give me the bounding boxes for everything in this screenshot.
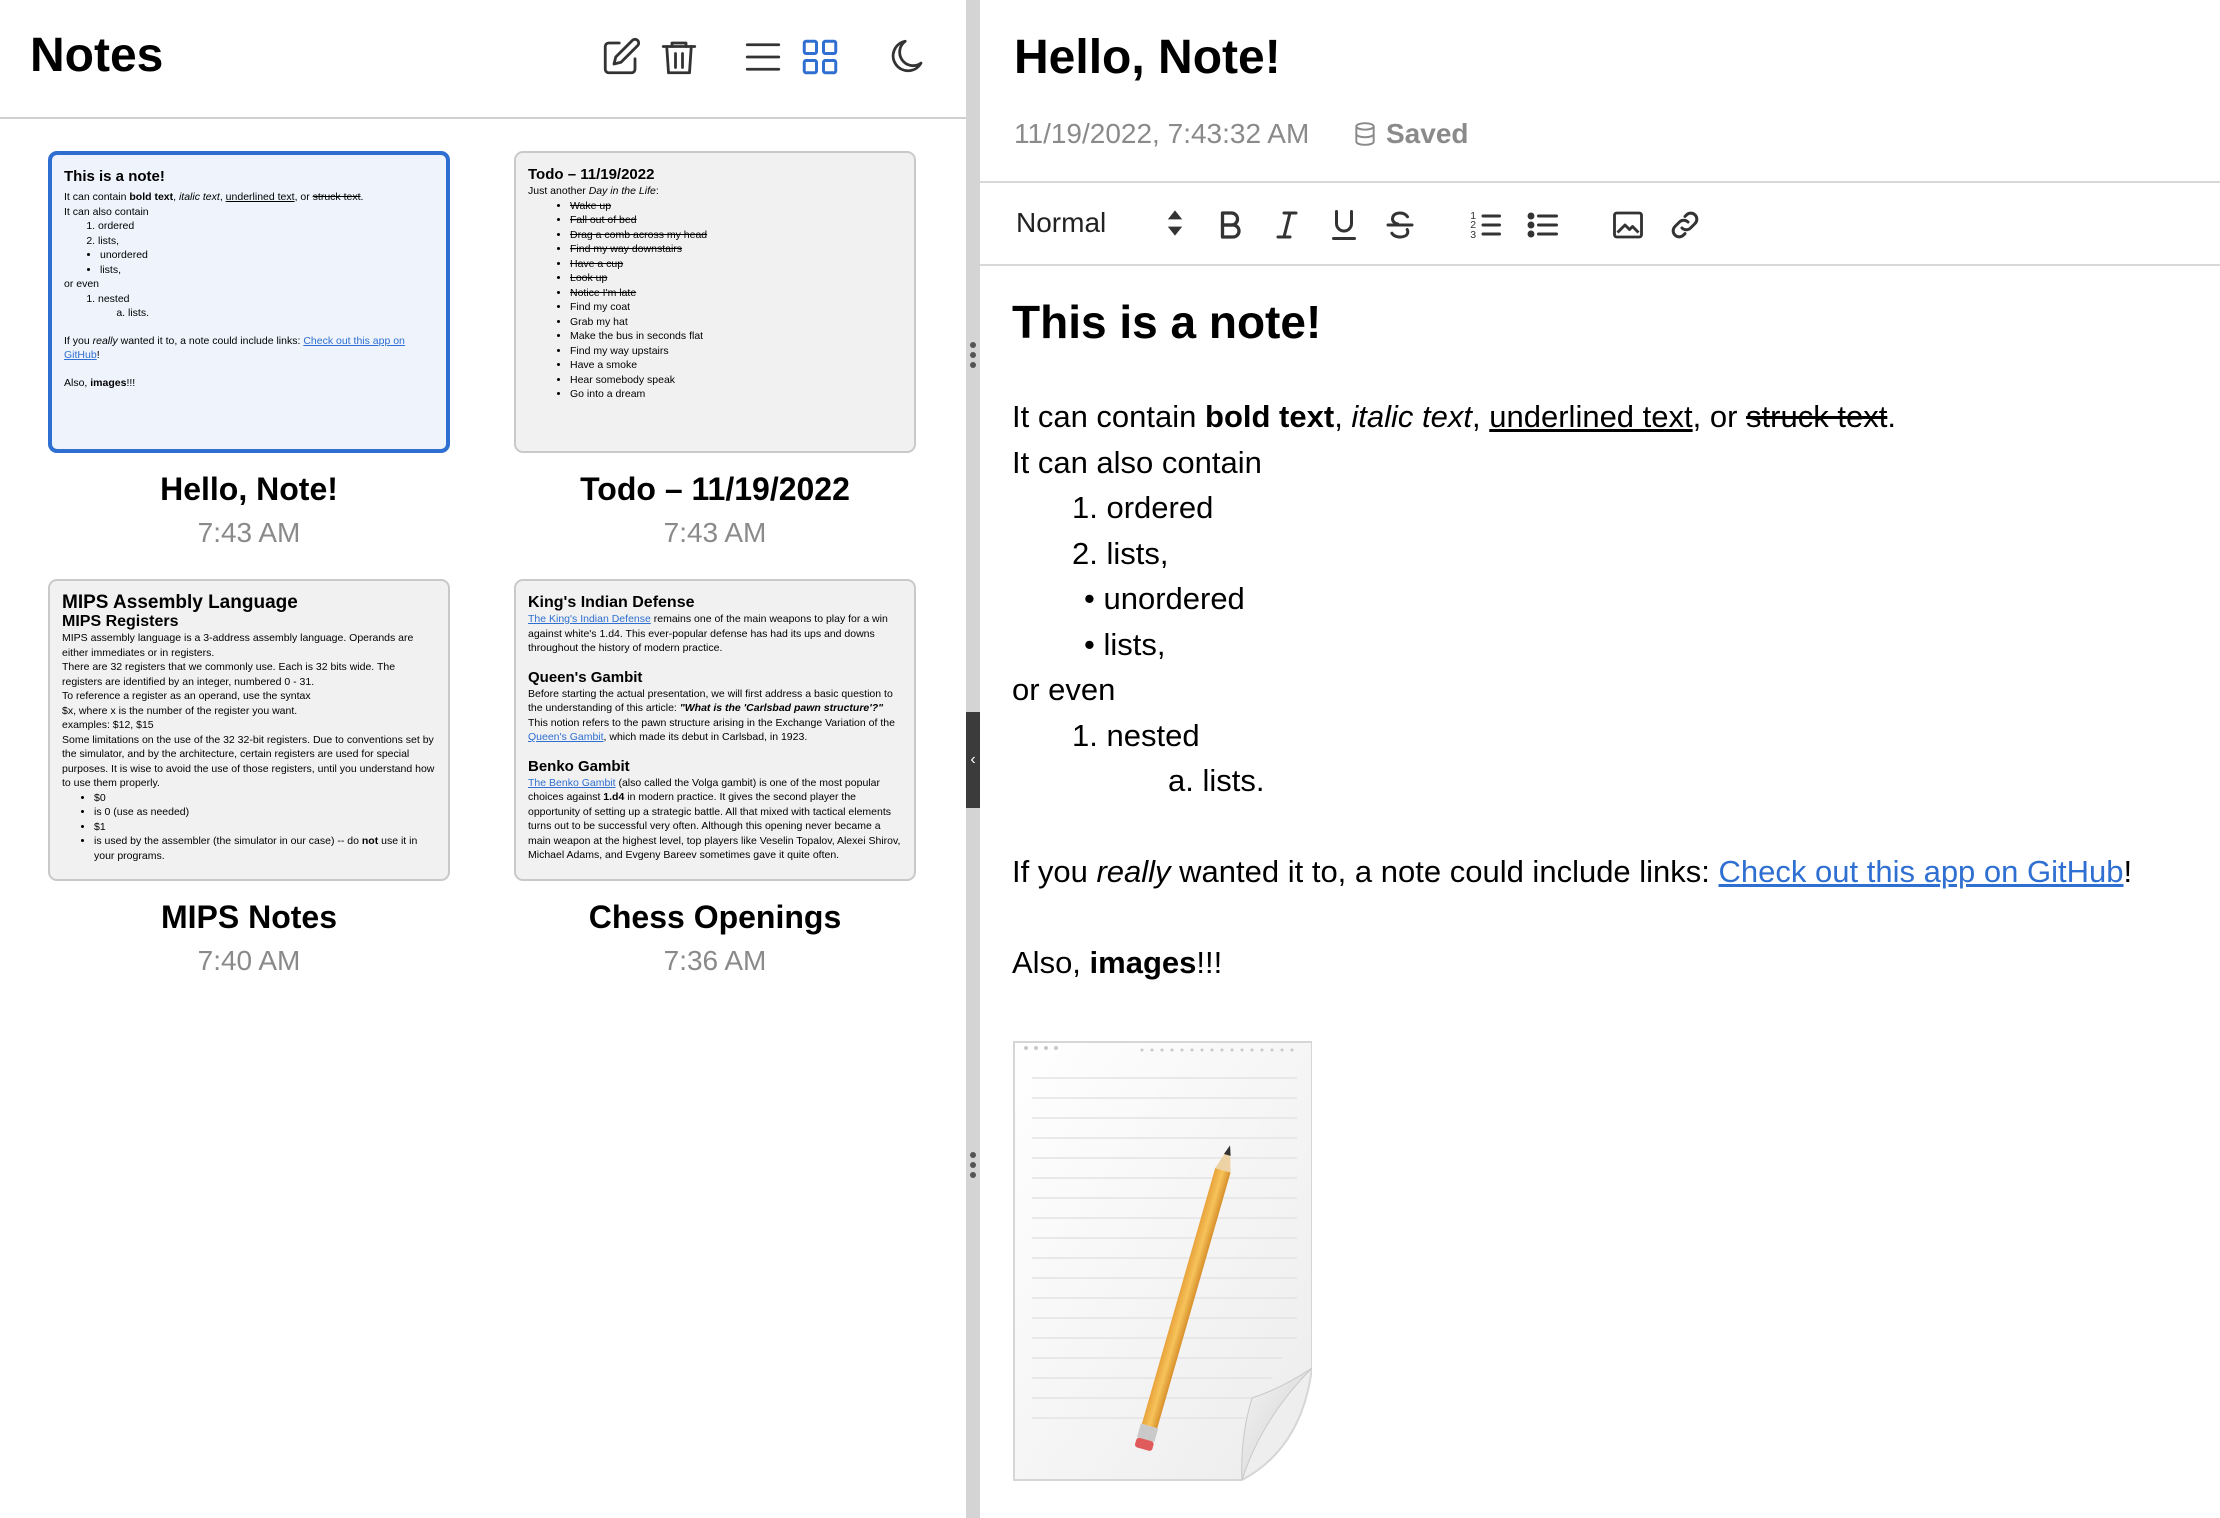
preview-heading: Queen's Gambit	[528, 668, 643, 686]
trash-icon[interactable]	[656, 34, 702, 80]
note-editor: Hello, Note! 11/19/2022, 7:43:32 AM Save…	[980, 0, 2220, 1518]
note-card-title: Chess Openings	[588, 899, 842, 935]
preview-ordered-list: ordered lists,	[64, 219, 434, 248]
sidebar-header: Notes	[0, 0, 966, 119]
note-title[interactable]: Hello, Note!	[1014, 30, 1281, 85]
chevron-left-icon: ‹	[970, 751, 976, 768]
select-arrows-icon[interactable]	[1164, 205, 1186, 241]
preview-text: The King's Indian Defense remains one of…	[528, 613, 888, 654]
underline-icon[interactable]	[1324, 205, 1364, 245]
preview-heading: Benko Gambit	[528, 757, 630, 775]
resize-handle-top[interactable]	[970, 342, 976, 372]
preview-text: MIPS assembly language is a 3-address as…	[62, 632, 414, 659]
note-card-time: 7:43 AM	[663, 517, 767, 548]
strikethrough-icon[interactable]	[1380, 205, 1420, 245]
preview-text: To reference a register as an operand, u…	[62, 690, 311, 702]
list-view-icon[interactable]	[740, 34, 786, 80]
bullet-list-item: • unordered	[1084, 581, 1245, 616]
content-paragraph: Also, images!!!	[1012, 945, 1223, 980]
preview-text: The Benko Gambit (also called the Volga …	[528, 776, 901, 862]
preview-bullet-list: unordered lists,	[64, 248, 434, 277]
note-content[interactable]: This is a note! It can contain bold text…	[1012, 292, 2202, 986]
note-preview: This is a note! It can contain bold text…	[48, 151, 450, 453]
format-select[interactable]: Normal	[1016, 207, 1106, 239]
app-title: Notes	[30, 29, 164, 82]
preview-heading: This is a note!	[64, 168, 165, 185]
preview-nested-list: nested lists.	[64, 292, 434, 321]
bold-icon[interactable]	[1210, 205, 1250, 245]
bullet-list-icon[interactable]	[1523, 205, 1563, 245]
note-card-time: 7:43 AM	[197, 517, 301, 548]
content-paragraph: or even	[1012, 672, 1116, 707]
saved-label: Saved	[1386, 118, 1469, 149]
note-timestamp: 11/19/2022, 7:43:32 AM	[1014, 118, 1310, 149]
note-preview: MIPS Assembly Language MIPS Registers MI…	[48, 579, 450, 881]
content-paragraph: If you really wanted it to, a note could…	[1012, 854, 2133, 889]
nested-list-item: a. lists.	[1168, 763, 1265, 798]
preview-subheading: MIPS Registers	[62, 613, 179, 630]
link-icon[interactable]	[1665, 205, 1705, 245]
preview-text: examples: $12, $15	[62, 719, 154, 731]
content-heading: This is a note!	[1012, 296, 1322, 348]
preview-text: It can also contain	[64, 205, 149, 218]
preview-text: Some limitations on the use of the 32 32…	[62, 733, 435, 790]
preview-todo-list: Wake up Fall out of bed Drag a comb acro…	[528, 199, 902, 402]
note-card-time: 7:40 AM	[197, 945, 301, 976]
note-card-title: Todo – 11/19/2022	[580, 471, 850, 507]
preview-heading: King's Indian Defense	[528, 594, 695, 611]
image-icon[interactable]	[1608, 205, 1648, 245]
preview-text: Also, images!!!	[64, 376, 136, 389]
dark-mode-icon[interactable]	[884, 34, 930, 80]
svg-text:3: 3	[1470, 229, 1476, 241]
notepad-pencil-image[interactable]	[1012, 1038, 1312, 1482]
notes-app: Notes This is a note! It can contain bol…	[0, 0, 2220, 1518]
format-toolbar: Normal 123	[980, 181, 2220, 266]
bullet-list-item: • lists,	[1084, 626, 1166, 662]
preview-text: $x, where x is the number of the registe…	[62, 704, 298, 717]
content-paragraph: It can also contain	[1012, 444, 1262, 480]
ordered-list-item: 1. ordered	[1072, 490, 1214, 525]
ordered-list-icon[interactable]: 123	[1466, 205, 1506, 245]
save-status: Saved	[1352, 118, 1469, 150]
content-paragraph: It can contain bold text, italic text, u…	[1012, 399, 1896, 434]
note-card-title: MIPS Notes	[160, 899, 338, 935]
note-preview: King's Indian Defense The King's Indian …	[514, 579, 916, 881]
preview-text: or even	[64, 278, 100, 290]
italic-icon[interactable]	[1267, 205, 1307, 245]
database-icon	[1355, 122, 1375, 146]
note-card-time: 7:36 AM	[663, 945, 767, 976]
note-card-title: Hello, Note!	[160, 471, 338, 507]
ordered-list-item: 1. nested	[1072, 717, 1200, 753]
preview-text: It can contain bold text, italic text, u…	[64, 191, 364, 203]
compose-icon[interactable]	[598, 34, 644, 80]
preview-text: If you really wanted it to, a note could…	[64, 334, 405, 362]
grid-view-icon[interactable]	[797, 34, 843, 80]
preview-heading: MIPS Assembly Language	[62, 592, 298, 613]
github-link[interactable]: Check out this app on GitHub	[1719, 854, 2124, 889]
preview-text: Just another Day in the Life:	[528, 185, 659, 197]
pane-divider[interactable]: ‹	[966, 0, 980, 1518]
notes-sidebar: Notes This is a note! It can contain bol…	[0, 0, 966, 1518]
preview-text: There are 32 registers that we commonly …	[62, 661, 396, 688]
preview-bullet-list: $0 is 0 (use as needed) $1 is used by th…	[62, 791, 436, 864]
note-preview: Todo – 11/19/2022 Just another Day in th…	[514, 151, 916, 453]
ordered-list-item: 2. lists,	[1072, 535, 1169, 571]
collapse-sidebar-button[interactable]: ‹	[966, 712, 980, 808]
preview-heading: Todo – 11/19/2022	[528, 166, 655, 183]
preview-text: Before starting the actual presentation,…	[528, 687, 895, 744]
resize-handle-bottom[interactable]	[970, 1152, 976, 1182]
